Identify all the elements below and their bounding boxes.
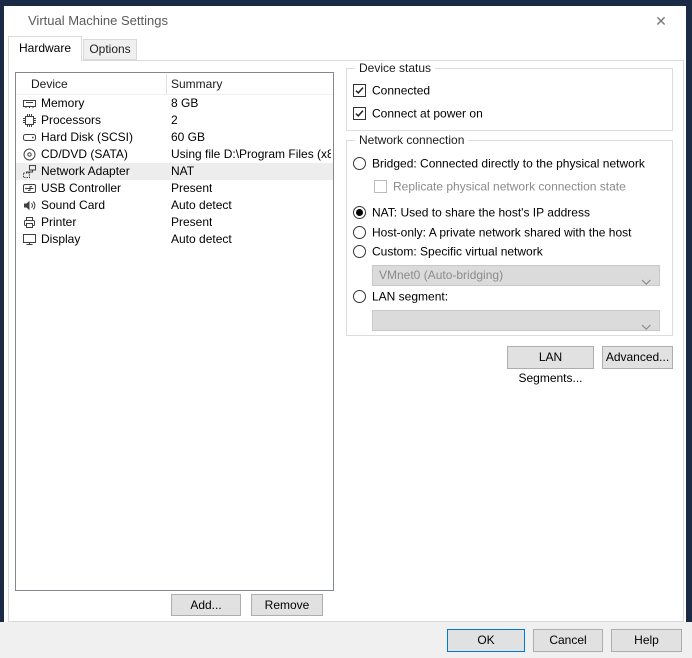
help-button[interactable]: Help: [611, 629, 682, 652]
network-connection-title: Network connection: [355, 133, 468, 147]
lan-segments-button[interactable]: LAN Segments...: [507, 346, 594, 369]
device-status-title: Device status: [355, 61, 435, 75]
titlebar: Virtual Machine Settings ✕: [4, 6, 686, 34]
window-title: Virtual Machine Settings: [28, 13, 168, 28]
tab-options[interactable]: Options: [83, 39, 137, 60]
usb-icon: [23, 182, 36, 195]
lan-segment-radio-row[interactable]: LAN segment:: [353, 289, 448, 305]
hard-disk-icon: [23, 131, 36, 144]
custom-radio[interactable]: [353, 245, 366, 258]
lan-segment-dropdown[interactable]: [372, 310, 660, 331]
list-item-hard-disk[interactable]: Hard Disk (SCSI) 60 GB: [16, 129, 333, 146]
hardware-tab-page: Device Summary Memory 8 GB Processors 2 …: [8, 60, 684, 622]
device-status-group: Device status Connected Connect at power…: [346, 68, 673, 131]
virtual-machine-settings-dialog: Virtual Machine Settings ✕ Hardware Opti…: [0, 0, 692, 658]
host-only-radio[interactable]: [353, 226, 366, 239]
list-item-usb-controller[interactable]: USB Controller Present: [16, 180, 333, 197]
bridged-radio[interactable]: [353, 157, 366, 170]
processor-icon: [23, 114, 36, 127]
list-item-memory[interactable]: Memory 8 GB: [16, 95, 333, 112]
bridged-radio-row[interactable]: Bridged: Connected directly to the physi…: [353, 156, 645, 172]
column-separator[interactable]: [166, 74, 167, 94]
host-only-radio-row[interactable]: Host-only: A private network shared with…: [353, 225, 631, 241]
window-frame: [686, 0, 692, 658]
add-button[interactable]: Add...: [171, 594, 241, 616]
lan-segment-radio[interactable]: [353, 290, 366, 303]
nat-radio[interactable]: [353, 206, 366, 219]
connect-at-power-on-checkbox[interactable]: [353, 107, 366, 120]
tabstrip: Hardware Options: [4, 34, 686, 60]
window-frame: [0, 0, 4, 658]
replicate-checkbox-row[interactable]: Replicate physical network connection st…: [374, 179, 626, 195]
connect-at-power-on-checkbox-row[interactable]: Connect at power on: [353, 106, 483, 122]
column-header-device[interactable]: Device: [31, 77, 68, 91]
advanced-button[interactable]: Advanced...: [602, 346, 673, 369]
cd-icon: [23, 148, 36, 161]
network-icon: [23, 165, 36, 178]
tab-hardware[interactable]: Hardware: [8, 36, 82, 61]
sound-icon: [23, 199, 36, 212]
list-item-display[interactable]: Display Auto detect: [16, 231, 333, 248]
memory-icon: [23, 97, 36, 110]
network-connection-group: Network connection Bridged: Connected di…: [346, 140, 673, 336]
remove-button[interactable]: Remove: [251, 594, 323, 616]
list-item-cd-dvd[interactable]: CD/DVD (SATA) Using file D:\Program File…: [16, 146, 333, 163]
dialog-footer: OK Cancel Help: [0, 622, 692, 658]
list-item-sound-card[interactable]: Sound Card Auto detect: [16, 197, 333, 214]
device-list-header: Device Summary: [16, 73, 333, 95]
connected-checkbox[interactable]: [353, 84, 366, 97]
list-item-network-adapter[interactable]: Network Adapter NAT: [16, 163, 333, 180]
list-item-printer[interactable]: Printer Present: [16, 214, 333, 231]
list-item-processors[interactable]: Processors 2: [16, 112, 333, 129]
custom-network-dropdown[interactable]: VMnet0 (Auto-bridging): [372, 265, 660, 286]
device-list[interactable]: Device Summary Memory 8 GB Processors 2 …: [15, 72, 334, 591]
replicate-checkbox[interactable]: [374, 180, 387, 193]
chevron-down-icon: [641, 318, 652, 325]
close-icon[interactable]: ✕: [650, 10, 672, 32]
custom-radio-row[interactable]: Custom: Specific virtual network: [353, 244, 543, 260]
connected-checkbox-row[interactable]: Connected: [353, 83, 430, 99]
printer-icon: [23, 216, 36, 229]
chevron-down-icon: [641, 273, 652, 280]
cancel-button[interactable]: Cancel: [533, 629, 603, 652]
column-header-summary[interactable]: Summary: [171, 77, 222, 91]
nat-radio-row[interactable]: NAT: Used to share the host's IP address: [353, 205, 590, 221]
display-icon: [23, 233, 36, 246]
ok-button[interactable]: OK: [447, 629, 525, 652]
